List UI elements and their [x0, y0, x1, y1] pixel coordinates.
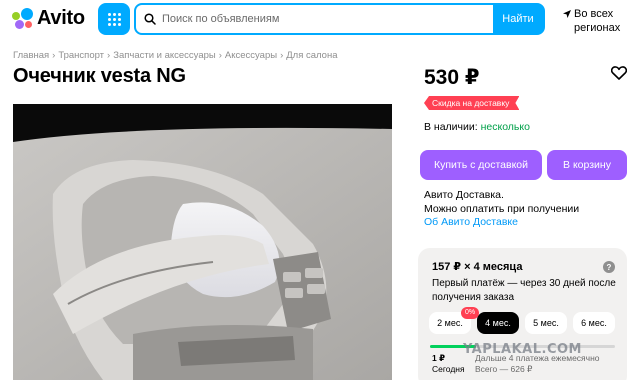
breadcrumb-item[interactable]: Транспорт — [58, 50, 104, 61]
stock-value: несколько — [480, 121, 530, 133]
breadcrumb-separator: › — [107, 50, 111, 61]
breadcrumb-item[interactable]: Главная — [13, 50, 49, 61]
term-option-4[interactable]: 4 мес. — [477, 312, 519, 334]
favorite-button[interactable] — [610, 66, 628, 85]
logo-dots-icon — [12, 7, 34, 30]
add-to-cart-button[interactable]: В корзину — [547, 150, 627, 180]
stock-label: В наличии: — [424, 121, 478, 133]
heart-icon — [610, 66, 628, 80]
first-payment-when: Сегодня — [432, 364, 465, 374]
breadcrumb-item[interactable]: Запчасти и аксессуары — [113, 50, 216, 61]
price: 530 ₽ — [424, 66, 480, 89]
region-line1: Во всех — [574, 8, 614, 20]
listing-title: Очечник vesta NG — [13, 65, 186, 87]
buy-with-delivery-button[interactable]: Купить с доставкой — [420, 150, 542, 180]
search-icon — [144, 13, 156, 25]
search-button[interactable]: Найти — [493, 5, 543, 33]
breadcrumb: Главная › Транспорт › Запчасти и аксессу… — [13, 50, 338, 61]
term-option-6[interactable]: 6 мес. — [573, 312, 615, 334]
help-icon[interactable]: ? — [603, 261, 615, 273]
categories-button[interactable] — [98, 3, 130, 35]
search-bar: Найти — [134, 3, 545, 35]
listing-photo[interactable] — [13, 104, 392, 380]
first-payment-amount: 1 ₽ — [432, 353, 446, 363]
first-payment: 1 ₽ Сегодня — [432, 353, 465, 375]
delivery-line1: Авито Доставка. — [424, 189, 504, 201]
delivery-info-link[interactable]: Об Авито Доставке — [424, 216, 579, 230]
breadcrumb-separator: › — [280, 50, 284, 61]
term-selector: 2 мес. 4 мес. 5 мес. 6 мес. — [429, 312, 621, 334]
car-ceiling-photo — [13, 104, 392, 380]
remaining-payments-total: Всего — 626 ₽ — [475, 364, 533, 374]
discount-badge: Скидка на доставку — [424, 96, 519, 110]
breadcrumb-separator: › — [218, 50, 222, 61]
breadcrumb-item[interactable]: Для салона — [286, 50, 337, 61]
region-selector[interactable]: Во всех регионах — [562, 7, 620, 35]
location-arrow-icon — [563, 10, 571, 18]
search-input[interactable] — [162, 13, 462, 25]
installment-card: 157 ₽ × 4 месяца ? Первый платёж — через… — [418, 248, 627, 380]
logo-text: Avito — [37, 7, 85, 29]
grid-icon — [107, 12, 121, 26]
delivery-info: Авито Доставка. Можно оплатить при получ… — [424, 189, 579, 230]
watermark: YAPLAKAL.COM — [463, 342, 582, 357]
installment-title: 157 ₽ × 4 месяца — [432, 261, 523, 273]
breadcrumb-item[interactable]: Аксессуары — [225, 50, 277, 61]
avito-logo[interactable]: Avito — [12, 7, 85, 30]
region-line2: регионах — [574, 22, 621, 34]
zero-percent-badge: 0% — [461, 307, 480, 319]
stock-status: В наличии: несколько — [424, 121, 530, 133]
installment-description: Первый платёж — через 30 дней после полу… — [432, 278, 616, 303]
breadcrumb-separator: › — [52, 50, 56, 61]
search-field[interactable] — [136, 5, 493, 33]
header: Avito Найти Во всех регионах — [0, 0, 640, 40]
term-option-5[interactable]: 5 мес. — [525, 312, 567, 334]
delivery-line2: Можно оплатить при получении — [424, 202, 580, 215]
